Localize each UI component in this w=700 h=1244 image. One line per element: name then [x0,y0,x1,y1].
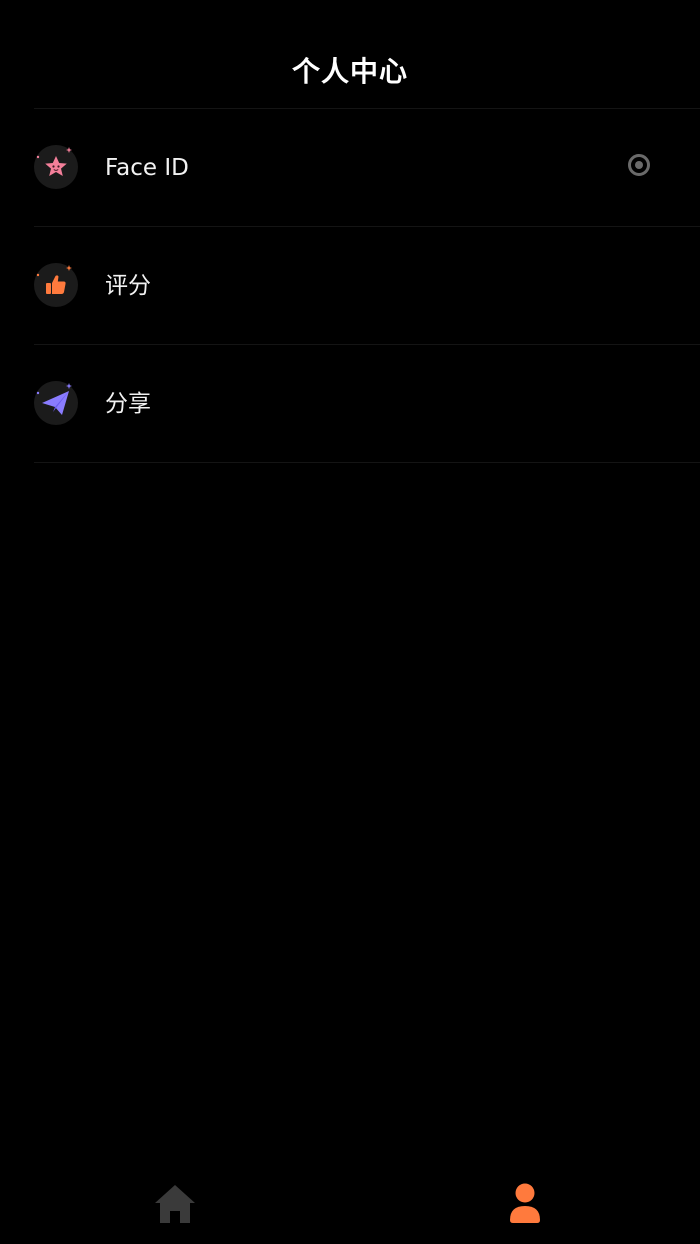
paper-plane-icon [34,381,78,425]
settings-item-label: Face ID [105,155,189,181]
tab-bar [0,1160,700,1244]
settings-item-rate[interactable]: 评分 [34,227,700,345]
tab-profile[interactable] [500,1180,550,1228]
settings-item-label: 评分 [105,273,151,299]
face-id-toggle[interactable] [628,154,650,176]
page-title: 个人中心 [291,55,408,88]
home-icon [155,1185,195,1223]
settings-item-share[interactable]: 分享 [34,345,700,463]
settings-item-label: 分享 [105,391,151,417]
thumbs-up-icon [34,263,78,307]
settings-list: Face ID 评分 分享 [0,109,700,463]
tab-home[interactable] [150,1180,200,1228]
toggle-indicator [635,161,643,169]
star-face-icon [34,145,78,189]
header: 个人中心 [0,0,700,109]
settings-item-face-id[interactable]: Face ID [34,109,700,227]
person-icon [510,1183,540,1223]
